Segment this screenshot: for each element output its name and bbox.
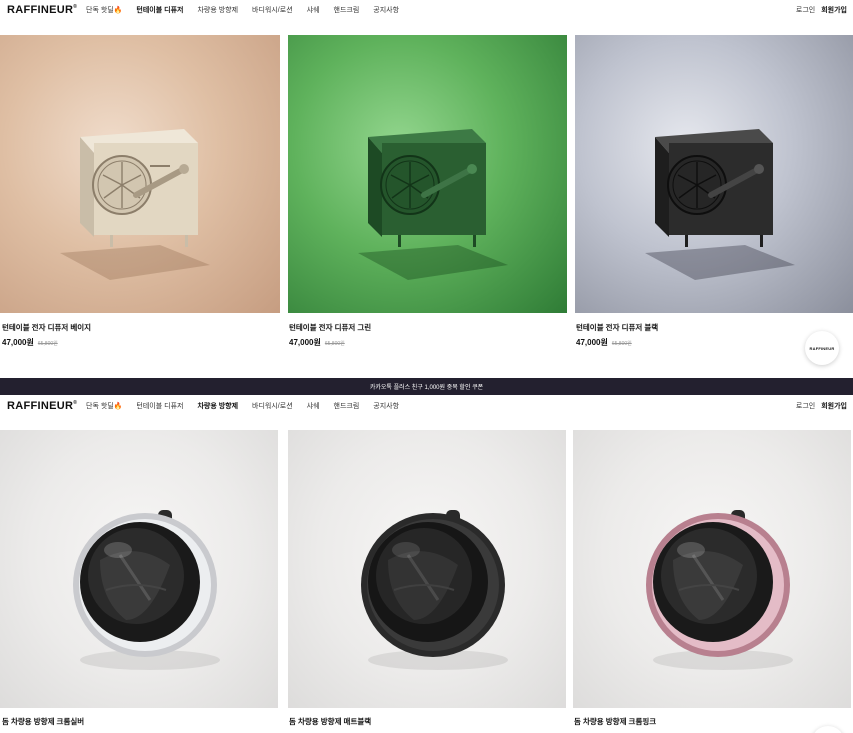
dome-car-freshener-image — [361, 510, 508, 670]
main-menu: 단독 핫딜🔥 턴테이블 디퓨저 차량용 방향제 바디워시/로션 샤쉐 핸드크림 … — [86, 5, 399, 15]
bottom-navbar: RAFFINEUR® 단독 핫딜🔥 턴테이블 디퓨저 차량용 방향제 바디워시/… — [0, 395, 853, 417]
menu-item-sachet[interactable]: 샤쉐 — [307, 401, 320, 411]
original-price: 65,800원 — [324, 341, 345, 347]
turntable-diffuser-image — [358, 129, 508, 280]
turntable-diffuser-image — [60, 129, 210, 280]
brand-logo[interactable]: RAFFINEUR® — [7, 4, 77, 16]
product-image-beige[interactable] — [0, 35, 280, 313]
product-name[interactable]: 돔 차량용 방향제 크롬실버 — [2, 716, 84, 727]
brand-logo[interactable]: RAFFINEUR® — [7, 400, 77, 412]
floating-chat-button[interactable] — [811, 726, 845, 733]
dome-car-freshener-image — [646, 510, 793, 670]
signup-link[interactable]: 회원가입 — [821, 5, 847, 15]
product-name[interactable]: 턴테이블 전자 디퓨저 베이지 — [2, 322, 91, 333]
promo-banner[interactable]: 카카오톡 플러스 친구 1,000원 중복 할인 쿠폰 — [0, 378, 853, 395]
product-price: 47,000원 65,800원 — [289, 338, 345, 347]
login-link[interactable]: 로그인 — [796, 401, 815, 411]
product-image-matte-black[interactable] — [288, 430, 566, 708]
menu-item-bodywash-lotion[interactable]: 바디워시/로션 — [252, 5, 293, 15]
product-image-black[interactable] — [575, 35, 853, 313]
main-menu: 단독 핫딜🔥 턴테이블 디퓨저 차량용 방향제 바디워시/로션 샤쉐 핸드크림 … — [86, 401, 399, 411]
menu-item-turntable-diffuser[interactable]: 턴테이블 디퓨저 — [136, 5, 183, 15]
menu-item-handcream[interactable]: 핸드크림 — [334, 401, 360, 411]
menu-item-hotdeal[interactable]: 단독 핫딜🔥 — [86, 401, 122, 411]
original-price: 65,800원 — [611, 341, 632, 347]
menu-item-sachet[interactable]: 샤쉐 — [307, 5, 320, 15]
floating-chat-button[interactable]: RAFFINEUR — [805, 331, 839, 365]
product-price: 47,000원 65,800원 — [2, 338, 58, 347]
product-name[interactable]: 돔 차량용 방향제 크롬핑크 — [574, 716, 656, 727]
original-price: 65,800원 — [37, 341, 58, 347]
menu-item-car-freshener[interactable]: 차량용 방향제 — [197, 401, 238, 411]
product-price: 47,000원 65,800원 — [576, 338, 632, 347]
login-link[interactable]: 로그인 — [796, 5, 815, 15]
product-name[interactable]: 돔 차량용 방향제 매트블랙 — [289, 716, 371, 727]
product-image-green[interactable] — [288, 35, 567, 313]
menu-item-notice[interactable]: 공지사항 — [373, 401, 399, 411]
signup-link[interactable]: 회원가입 — [821, 401, 847, 411]
product-name[interactable]: 턴테이블 전자 디퓨저 그린 — [289, 322, 371, 333]
promo-banner-text: 카카오톡 플러스 친구 1,000원 중복 할인 쿠폰 — [369, 385, 484, 391]
product-image-chrome-silver[interactable] — [0, 430, 278, 708]
product-image-chrome-pink[interactable] — [573, 430, 851, 708]
turntable-diffuser-image — [645, 129, 795, 280]
product-name[interactable]: 턴테이블 전자 디퓨저 블랙 — [576, 322, 658, 333]
menu-item-bodywash-lotion[interactable]: 바디워시/로션 — [252, 401, 293, 411]
menu-item-car-freshener[interactable]: 차량용 방향제 — [197, 5, 238, 15]
menu-item-handcream[interactable]: 핸드크림 — [334, 5, 360, 15]
menu-item-notice[interactable]: 공지사항 — [373, 5, 399, 15]
menu-item-turntable-diffuser[interactable]: 턴테이블 디퓨저 — [136, 401, 183, 411]
dome-car-freshener-image — [73, 510, 220, 670]
menu-item-hotdeal[interactable]: 단독 핫딜🔥 — [86, 5, 122, 15]
auth-links: 로그인 회원가입 — [796, 5, 847, 15]
top-navbar: RAFFINEUR® 단독 핫딜🔥 턴테이블 디퓨저 차량용 방향제 바디워시/… — [0, 0, 853, 20]
auth-links: 로그인 회원가입 — [796, 401, 847, 411]
